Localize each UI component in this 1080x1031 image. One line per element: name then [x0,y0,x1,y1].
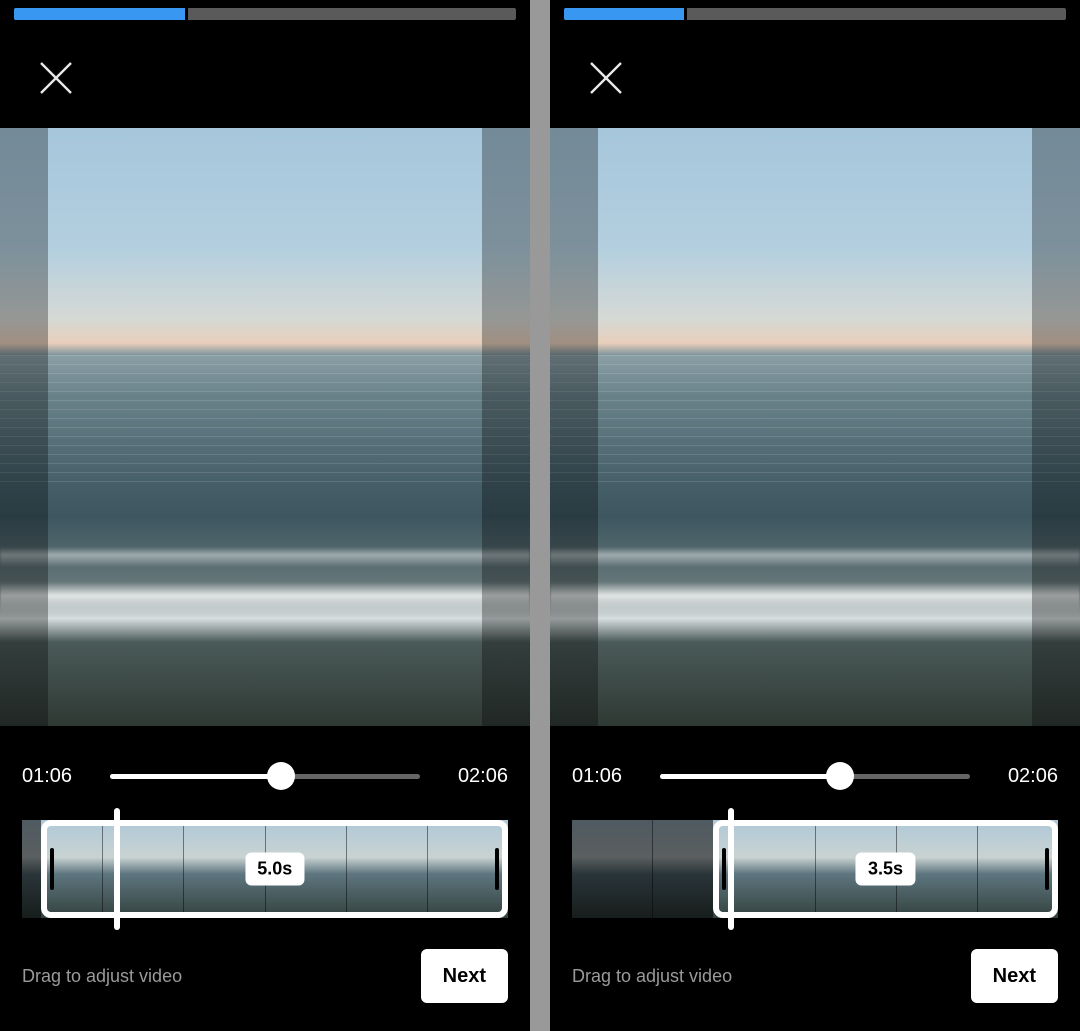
close-button[interactable] [586,58,626,98]
scrubber-handle[interactable] [826,762,854,790]
comparison-stage: 01:06 02:06 5.0s Drag to adjust video Ne… [0,0,1080,1031]
phone-right: 01:06 02:06 3.5s Drag to adjust video Ne… [550,0,1080,1031]
scrubber-progress [660,774,840,779]
video-preview[interactable] [0,128,530,726]
scrubber-track[interactable] [660,774,970,779]
trim-playhead[interactable] [728,808,734,930]
trim-duration-chip: 5.0s [245,853,304,886]
crop-shade-left [550,128,598,726]
upload-progress-notch [684,8,687,20]
trim-playhead[interactable] [114,808,120,930]
scrubber-progress [110,774,281,779]
trim-dim-left [572,820,713,918]
scrubber-track[interactable] [110,774,420,779]
preview-image [550,128,1080,726]
bottom-bar: Drag to adjust video Next [572,944,1058,1008]
time-current: 01:06 [572,765,642,788]
upload-progress-fill [14,8,185,20]
close-icon [36,85,76,102]
time-total: 02:06 [438,765,508,788]
crop-shade-right [1032,128,1080,726]
trim-timeline[interactable]: 3.5s [572,820,1058,918]
upload-progress-fill [564,8,684,20]
screenshot-divider [530,0,550,1031]
trim-window[interactable]: 3.5s [713,820,1058,918]
hint-text: Drag to adjust video [22,966,182,987]
time-total: 02:06 [988,765,1058,788]
upload-progress [14,8,516,20]
trim-duration-chip: 3.5s [856,853,915,886]
close-button[interactable] [36,58,76,98]
upload-progress-notch [185,8,188,20]
time-current: 01:06 [22,765,92,788]
trim-window[interactable]: 5.0s [41,820,508,918]
preview-image [0,128,530,726]
crop-shade-right [482,128,530,726]
close-icon [586,85,626,102]
bottom-bar: Drag to adjust video Next [22,944,508,1008]
next-button[interactable]: Next [421,949,508,1003]
trim-dim-left [22,820,41,918]
playback-scrubber: 01:06 02:06 [550,746,1080,806]
video-preview[interactable] [550,128,1080,726]
scrubber-handle[interactable] [267,762,295,790]
next-button[interactable]: Next [971,949,1058,1003]
playback-scrubber: 01:06 02:06 [0,746,530,806]
upload-progress [564,8,1066,20]
hint-text: Drag to adjust video [572,966,732,987]
phone-left: 01:06 02:06 5.0s Drag to adjust video Ne… [0,0,530,1031]
crop-shade-left [0,128,48,726]
trim-timeline[interactable]: 5.0s [22,820,508,918]
